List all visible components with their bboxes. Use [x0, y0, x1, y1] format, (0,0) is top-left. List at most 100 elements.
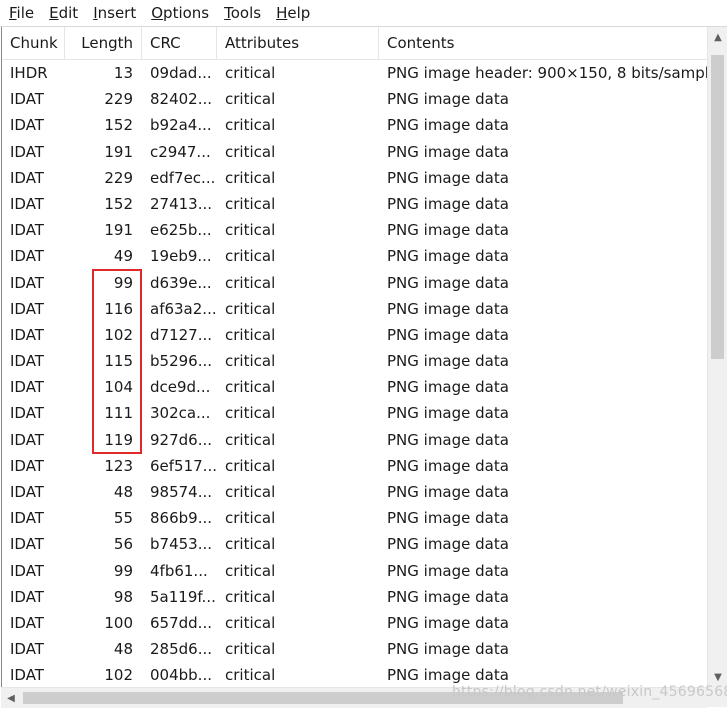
table-row[interactable]: IDAT 102 d7127... critical PNG image data [2, 322, 708, 348]
cell-length: 102 [104, 666, 133, 685]
cell-attributes: critical [225, 509, 276, 528]
cell-contents: PNG image data [387, 404, 509, 423]
table-row[interactable]: IHDR 13 09dad... critical PNG image header: … [2, 60, 708, 86]
table-row[interactable]: IDAT 115 b5296... critical PNG image data [2, 348, 708, 374]
cell-chunk: IDAT [10, 90, 44, 109]
chunk-list[interactable]: Chunk Length CRC Attributes Contents IHD… [1, 27, 708, 687]
table-row[interactable]: IDAT 99 d639e... critical PNG image data [2, 270, 708, 296]
table-row[interactable]: IDAT 99 4fb61... critical PNG image data [2, 558, 708, 584]
cell-contents: PNG image data [387, 430, 509, 449]
menu-options[interactable]: Options [143, 0, 216, 26]
cell-attributes: critical [225, 142, 276, 161]
table-row[interactable]: IDAT 111 302ca... critical PNG image data [2, 400, 708, 426]
table-row[interactable]: IDAT 191 e625b... critical PNG image data [2, 217, 708, 243]
menu-edit[interactable]: Edit [41, 0, 85, 26]
table-row[interactable]: IDAT 152 27413... critical PNG image data [2, 191, 708, 217]
table-row[interactable]: IDAT 116 af63a2... critical PNG image data [2, 296, 708, 322]
cell-length: 191 [104, 142, 133, 161]
column-header-chunk[interactable]: Chunk [2, 27, 65, 59]
menu-tools[interactable]: Tools [216, 0, 268, 26]
cell-contents: PNG image data [387, 587, 509, 606]
cell-chunk: IDAT [10, 325, 44, 344]
column-header-attributes[interactable]: Attributes [217, 27, 379, 59]
table-row[interactable]: IDAT 119 927d6... critical PNG image data [2, 427, 708, 453]
cell-crc: 302ca... [150, 404, 211, 423]
table-row[interactable]: IDAT 104 dce9d... critical PNG image data [2, 374, 708, 400]
cell-contents: PNG image data [387, 352, 509, 371]
cell-length: 191 [104, 221, 133, 240]
cell-contents: PNG image data [387, 483, 509, 501]
cell-crc: b92a4... [150, 116, 212, 135]
vertical-scroll-thumb[interactable] [711, 55, 724, 359]
cell-attributes: critical [225, 221, 276, 240]
cell-chunk: IDAT [10, 509, 44, 528]
cell-crc: dce9d... [150, 378, 211, 397]
cell-chunk: IDAT [10, 168, 44, 187]
cell-length: 123 [104, 456, 133, 475]
cell-attributes: critical [225, 430, 276, 449]
cell-chunk: IDAT [10, 587, 44, 606]
table-row[interactable]: IDAT 191 c2947... critical PNG image data [2, 139, 708, 165]
cell-length: 229 [104, 90, 133, 109]
cell-contents: PNG image data [387, 561, 509, 580]
cell-chunk: IDAT [10, 430, 44, 449]
table-row[interactable]: IDAT 55 866b9... critical PNG image data [2, 505, 708, 531]
vertical-scrollbar[interactable]: ▲ ▼ [707, 27, 727, 687]
cell-attributes: critical [225, 404, 276, 423]
cell-crc: c2947... [150, 142, 211, 161]
cell-contents: PNG image data [387, 613, 509, 632]
cell-length: 229 [104, 168, 133, 187]
table-row[interactable]: IDAT 48 285d6... critical PNG image data [2, 636, 708, 662]
column-header-contents[interactable]: Contents [379, 27, 708, 59]
cell-contents: PNG image data [387, 456, 509, 475]
table-row[interactable]: IDAT 123 6ef517... critical PNG image data [2, 453, 708, 479]
cell-attributes: critical [225, 273, 276, 292]
table-row[interactable]: IDAT 229 edf7ec... critical PNG image data [2, 165, 708, 191]
cell-length: 99 [113, 273, 133, 292]
cell-length: 119 [104, 430, 133, 449]
column-header-crc[interactable]: CRC [142, 27, 217, 59]
table-row[interactable]: IDAT 152 b92a4... critical PNG image data [2, 112, 708, 138]
cell-attributes: critical [225, 378, 276, 397]
cell-contents: PNG image data [387, 194, 509, 213]
cell-chunk: IDAT [10, 666, 44, 685]
watermark: https://blog.csdn.net/weixin_45696568 [452, 684, 727, 700]
scroll-up-arrow-icon[interactable]: ▲ [708, 27, 727, 47]
cell-chunk: IDAT [10, 561, 44, 580]
menu-mnemonic: E [49, 4, 59, 22]
cell-chunk: IDAT [10, 273, 44, 292]
cell-contents: PNG image data [387, 168, 509, 187]
cell-contents: PNG image data [387, 116, 509, 135]
cell-contents: PNG image data [387, 325, 509, 344]
menu-insert[interactable]: Insert [85, 0, 143, 26]
cell-contents: PNG image data [387, 221, 509, 240]
cell-crc: 927d6... [150, 430, 212, 449]
table-row[interactable]: IDAT 98 5a119f... critical PNG image data [2, 584, 708, 610]
table-row[interactable]: IDAT 229 82402... critical PNG image data [2, 86, 708, 112]
cell-crc: d7127... [150, 325, 212, 344]
cell-attributes: critical [225, 352, 276, 371]
cell-crc: 19eb9... [150, 247, 212, 266]
menu-label-rest: elp [287, 4, 311, 22]
cell-chunk: IDAT [10, 116, 44, 135]
cell-chunk: IDAT [10, 247, 44, 266]
menu-mnemonic: H [276, 4, 288, 22]
menu-file[interactable]: File [0, 0, 41, 26]
menu-help[interactable]: Help [268, 0, 317, 26]
cell-attributes: critical [225, 116, 276, 135]
cell-crc: 657dd... [150, 613, 212, 632]
table-row[interactable]: IDAT 49 19eb9... critical PNG image data [2, 243, 708, 269]
menu-label-rest: ile [16, 4, 35, 22]
cell-length: 102 [104, 325, 133, 344]
cell-chunk: IDAT [10, 404, 44, 423]
table-row[interactable]: IDAT 48 98574... critical PNG image data [2, 479, 708, 505]
cell-attributes: critical [225, 90, 276, 109]
scroll-left-arrow-icon[interactable]: ◀ [1, 688, 21, 708]
table-row[interactable]: IDAT 56 b7453... critical PNG image data [2, 531, 708, 557]
column-header-length[interactable]: Length [65, 27, 142, 59]
cell-crc: 6ef517... [150, 456, 217, 475]
cell-crc: 09dad... [150, 64, 212, 82]
menu-label-rest: nsert [97, 4, 137, 22]
menu-label-rest: dit [58, 4, 79, 22]
table-row[interactable]: IDAT 100 657dd... critical PNG image data [2, 610, 708, 636]
